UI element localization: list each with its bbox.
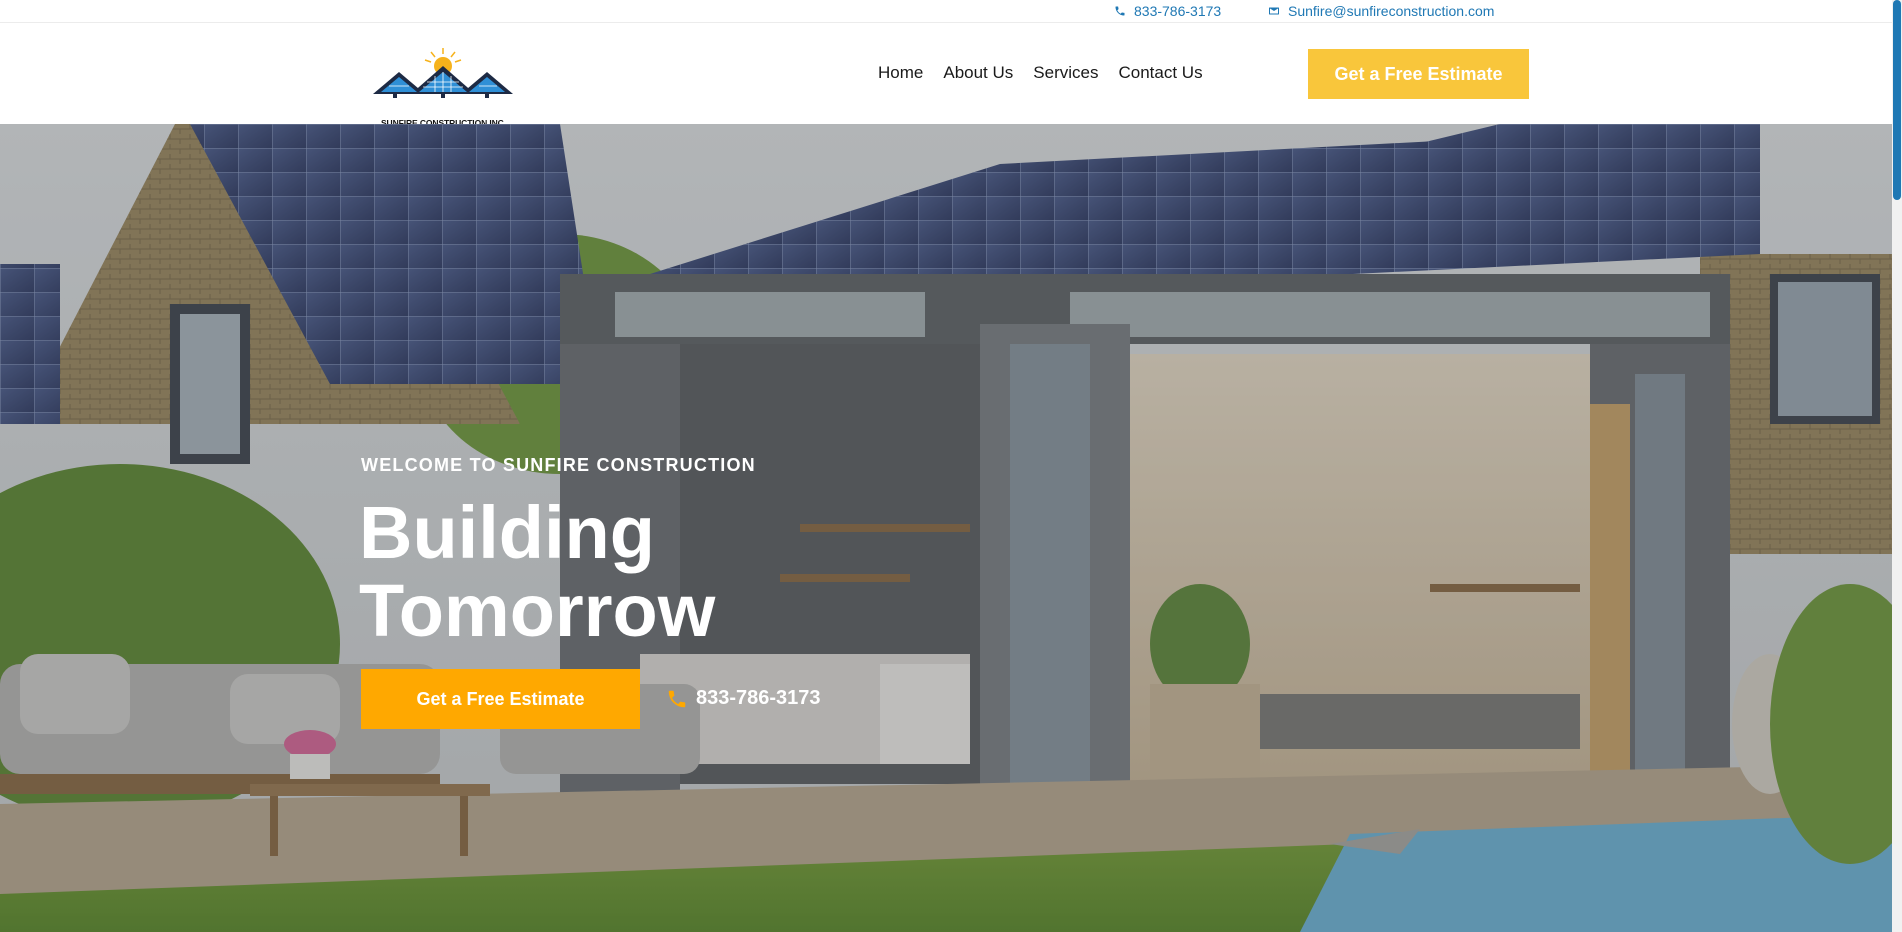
nav-services[interactable]: Services <box>1033 63 1098 83</box>
topbar-email-link[interactable]: Sunfire@sunfireconstruction.com <box>1268 3 1494 19</box>
nav-contact-us[interactable]: Contact Us <box>1118 63 1202 83</box>
hero-title-line-2: Tomorrow <box>359 569 716 652</box>
topbar-email-text: Sunfire@sunfireconstruction.com <box>1288 3 1495 19</box>
hero-phone-link[interactable]: 833-786-3173 <box>666 687 821 710</box>
hero-title: Building Tomorrow <box>359 494 959 650</box>
envelope-icon <box>1269 7 1279 15</box>
top-contact-bar: 833-786-3173 Sunfire@sunfireconstruction… <box>0 0 1892 23</box>
phone-icon <box>1115 6 1125 16</box>
logo-graphic <box>373 48 513 98</box>
header-estimate-button[interactable]: Get a Free Estimate <box>1308 49 1529 99</box>
hero-section: WELCOME TO SUNFIRE CONSTRUCTION Building… <box>0 124 1892 932</box>
hero-eyebrow: WELCOME TO SUNFIRE CONSTRUCTION <box>361 455 756 475</box>
phone-icon <box>668 690 686 707</box>
page-scrollbar-thumb[interactable] <box>1893 0 1901 200</box>
nav-about-us[interactable]: About Us <box>943 63 1013 83</box>
topbar-phone-link[interactable]: 833-786-3173 <box>1114 3 1221 19</box>
site-header: SUNFIRE CONSTRUCTION INC. Home About Us … <box>0 23 1892 128</box>
hero-title-line-1: Building <box>359 491 655 574</box>
topbar-phone-text: 833-786-3173 <box>1134 3 1222 19</box>
company-logo[interactable]: SUNFIRE CONSTRUCTION INC. <box>371 46 516 128</box>
hero-phone-text: 833-786-3173 <box>696 687 821 709</box>
main-nav: Home About Us Services Contact Us <box>878 63 1203 83</box>
hero-estimate-button[interactable]: Get a Free Estimate <box>361 669 640 729</box>
nav-home[interactable]: Home <box>878 63 923 83</box>
